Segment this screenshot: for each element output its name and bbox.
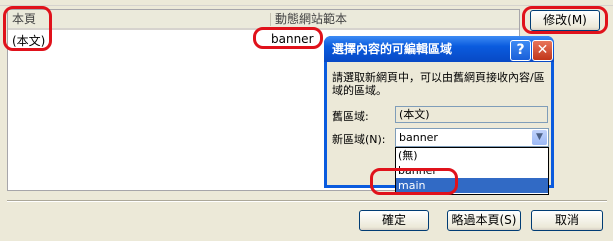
region-dropdown-list[interactable]: (無) banner main (395, 147, 549, 195)
new-region-select[interactable]: banner ▼ (395, 128, 549, 147)
skip-page-button[interactable]: 略過本頁(S) (447, 210, 521, 231)
instruction-text: 請選取新網頁中，可以由舊網頁接收內容/區域的區域。 (332, 71, 545, 97)
dialog-title: 選擇內容的可編輯區域 (332, 42, 453, 56)
close-icon[interactable]: ✕ (532, 40, 553, 61)
chevron-down-icon[interactable]: ▼ (532, 130, 547, 145)
select-region-dialog: 選擇內容的可編輯區域 ? ✕ 請選取新網頁中，可以由舊網頁接收內容/區域的區域。… (324, 36, 554, 195)
new-region-label: 新區域(N): (332, 133, 386, 146)
dropdown-option-main[interactable]: main (396, 178, 548, 193)
column-header-page[interactable]: 本頁 (8, 10, 268, 28)
cancel-button[interactable]: 取消 (531, 210, 603, 231)
help-icon[interactable]: ? (510, 40, 531, 61)
bottom-separator (7, 200, 607, 202)
old-region-field: (本文) (395, 106, 548, 123)
dropdown-option-banner[interactable]: banner (396, 163, 548, 178)
ok-button[interactable]: 確定 (359, 210, 429, 231)
dropdown-option-none[interactable]: (無) (396, 148, 548, 163)
dialog-body: 請選取新網頁中，可以由舊網頁接收內容/區域的區域。 舊區域: (本文) 新區域(… (327, 62, 551, 195)
new-region-value: banner (399, 131, 438, 144)
modify-button[interactable]: 修改(M) (530, 10, 600, 31)
column-header-template[interactable]: 動態網站範本 (271, 10, 521, 28)
row-page-cell: (本文) (12, 34, 46, 48)
old-region-label: 舊區域: (332, 110, 369, 123)
top-strip (0, 0, 613, 6)
row-template-cell: banner (271, 32, 314, 46)
list-header: 本頁 動態網站範本 (8, 10, 519, 30)
